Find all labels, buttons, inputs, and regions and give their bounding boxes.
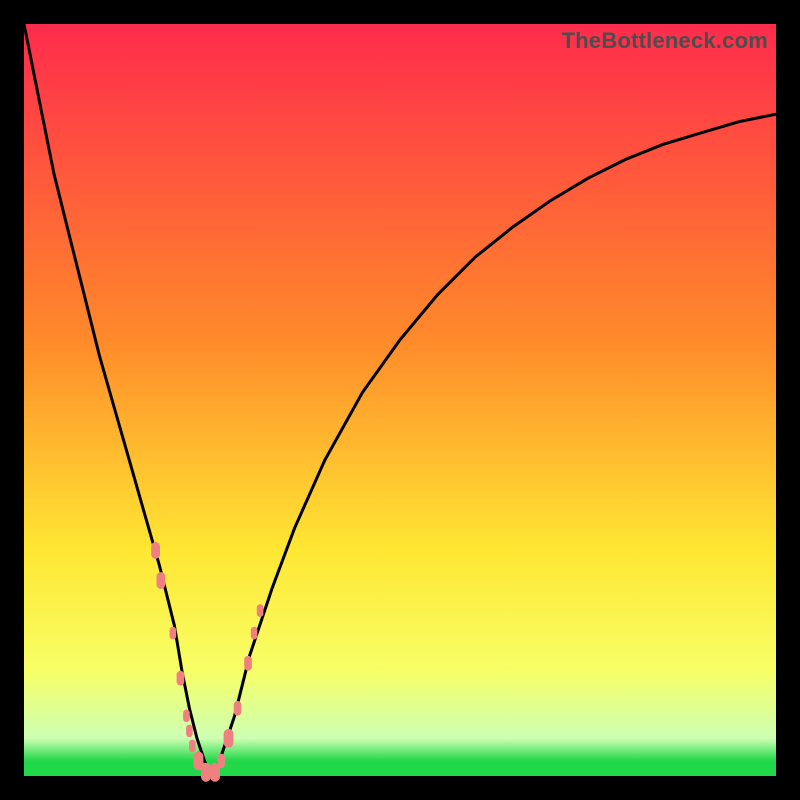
curve-layer xyxy=(24,24,776,776)
bead-marker xyxy=(189,740,196,753)
bead-marker xyxy=(183,710,190,723)
bead-marker xyxy=(217,754,225,769)
bead-cluster xyxy=(151,542,263,782)
bead-marker xyxy=(157,572,166,589)
bead-marker xyxy=(177,671,185,686)
watermark-label: TheBottleneck.com xyxy=(562,28,768,54)
bottleneck-curve xyxy=(24,24,776,776)
bead-marker xyxy=(224,729,234,748)
bead-marker xyxy=(151,542,160,559)
bead-marker xyxy=(257,604,264,617)
chart-frame: TheBottleneck.com xyxy=(24,24,776,776)
bead-marker xyxy=(170,627,177,640)
bead-marker xyxy=(244,656,252,671)
bead-marker xyxy=(186,725,193,738)
bead-marker xyxy=(201,763,211,782)
bead-marker xyxy=(251,627,258,640)
bead-marker xyxy=(234,701,242,716)
